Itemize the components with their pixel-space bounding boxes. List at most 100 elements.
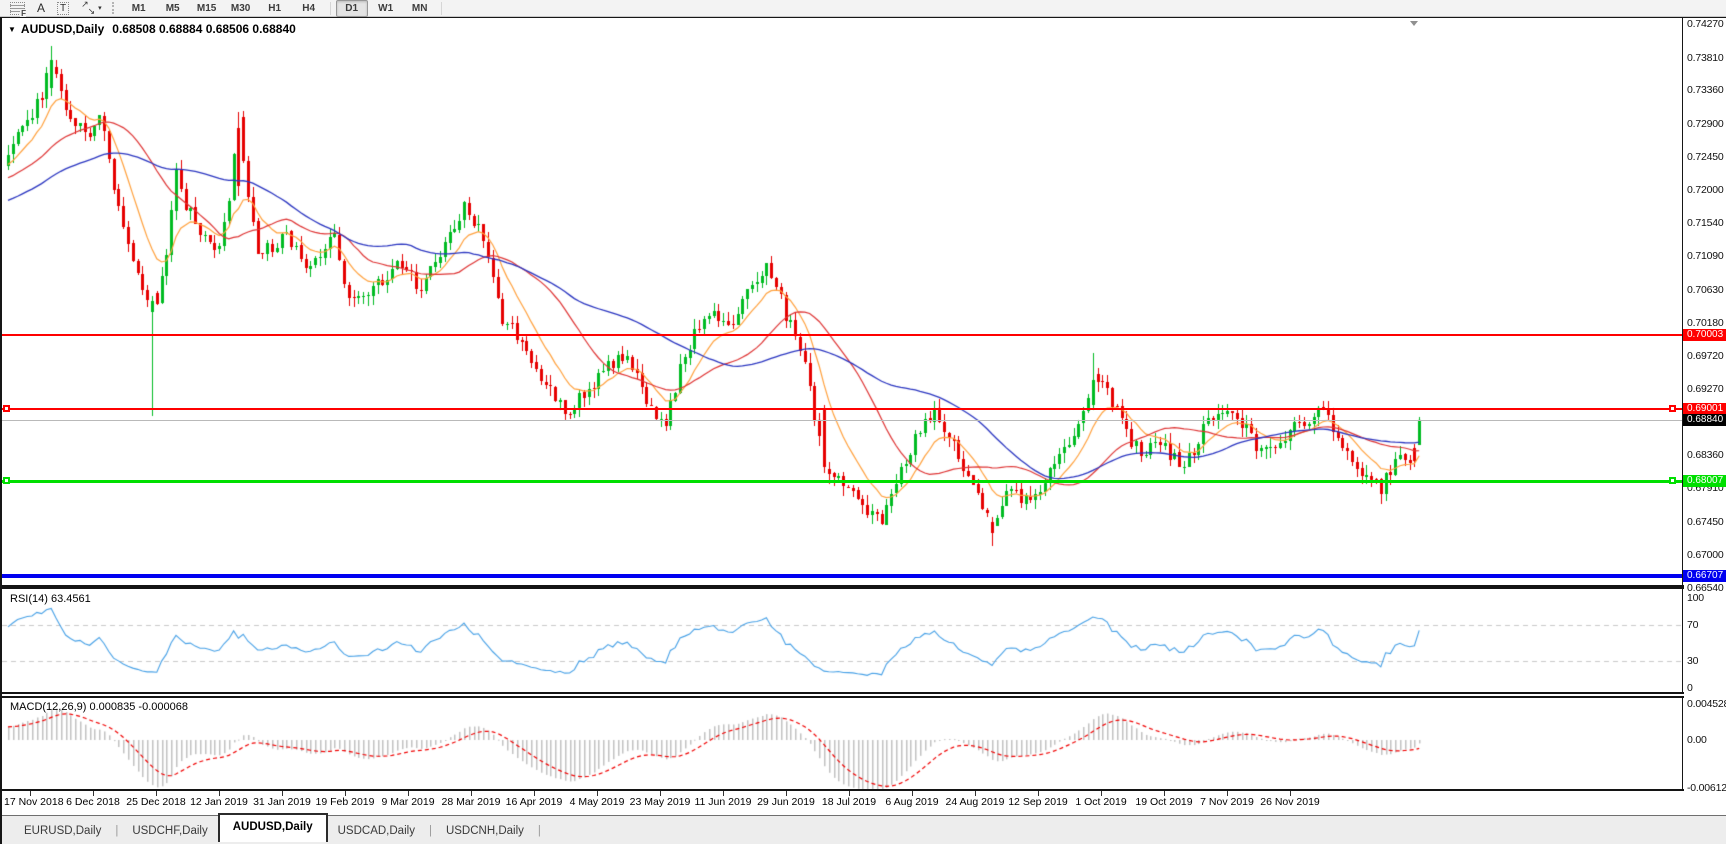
date-axis-label: 17 Nov 2018 xyxy=(4,796,64,808)
fibonacci-tool[interactable]: F xyxy=(10,1,25,16)
hline-handle[interactable] xyxy=(1669,477,1676,484)
hline-handle[interactable] xyxy=(1669,405,1676,412)
date-axis-label: 9 Mar 2019 xyxy=(381,796,434,808)
tab-separator: | xyxy=(429,825,432,837)
timeframe-button-m30[interactable]: M30 xyxy=(225,0,257,17)
date-axis-label: 16 Apr 2019 xyxy=(506,796,563,808)
price-axis-tick: 0.71090 xyxy=(1687,250,1726,262)
macd-dateaxis-separator xyxy=(2,789,1684,791)
date-axis-label: 6 Aug 2019 xyxy=(885,796,938,808)
arrows-tool[interactable]: ↗↘ ▾ xyxy=(81,1,102,16)
chart-window: ▼ AUDUSD,Daily 0.68508 0.68884 0.68506 0.6… xyxy=(0,17,1726,844)
timeframe-button-m1[interactable]: M1 xyxy=(123,0,155,17)
hline-handle[interactable] xyxy=(3,405,10,412)
macd-indicator-canvas[interactable] xyxy=(2,698,1682,790)
tab-separator: | xyxy=(538,825,541,837)
rsi-label: RSI(14) 63.4561 xyxy=(10,593,91,605)
chart-shift-marker[interactable] xyxy=(1410,21,1418,26)
macd-label: MACD(12,26,9) 0.000835 -0.000068 xyxy=(10,701,188,713)
chart-symbol-title: AUDUSD,Daily xyxy=(21,22,104,36)
chart-tab-audusd[interactable]: AUDUSD,Daily xyxy=(218,813,328,842)
rsi-indicator-canvas[interactable] xyxy=(2,589,1682,692)
rsi-axis-tick: 30 xyxy=(1687,655,1726,667)
main-rsi-separator[interactable] xyxy=(2,585,1684,589)
chart-tab-bar: EURUSD,Daily|USDCHF,DailyAUDUSD,DailyUSD… xyxy=(2,815,1726,844)
price-badge-0.70003: 0.70003 xyxy=(1683,329,1726,341)
chart-tab-eurusd[interactable]: EURUSD,Daily xyxy=(14,820,111,842)
price-axis-tick: 0.68360 xyxy=(1687,449,1726,461)
price-axis-tick: 0.70180 xyxy=(1687,317,1726,329)
price-axis-tick: 0.70630 xyxy=(1687,284,1726,296)
price-badge-0.66707: 0.66707 xyxy=(1683,570,1726,582)
date-axis-label: 24 Aug 2019 xyxy=(946,796,1005,808)
hline-handle[interactable] xyxy=(3,477,10,484)
horizontal-line-0.68007[interactable] xyxy=(2,480,1682,483)
date-axis-label: 11 Jun 2019 xyxy=(694,796,751,808)
date-axis-label: 7 Nov 2019 xyxy=(1200,796,1254,808)
price-axis-tick: 0.67000 xyxy=(1687,549,1726,561)
chart-ohlc-values: 0.68508 0.68884 0.68506 0.68840 xyxy=(112,22,296,36)
date-axis-label: 28 Mar 2019 xyxy=(442,796,501,808)
label-tool[interactable]: T xyxy=(57,1,69,16)
rsi-axis-tick: 100 xyxy=(1687,592,1726,604)
chart-tab-usdchf[interactable]: USDCHF,Daily xyxy=(122,820,217,842)
date-axis-label: 4 May 2019 xyxy=(570,796,625,808)
macd-axis-tick: 0.00 xyxy=(1687,734,1726,746)
rsi-axis-tick: 70 xyxy=(1687,619,1726,631)
macd-axis-tick: 0.004528 xyxy=(1687,698,1726,710)
horizontal-line-0.66707[interactable] xyxy=(2,574,1682,578)
price-axis-tick: 0.72450 xyxy=(1687,151,1726,163)
top-toolbar: F A T ↗↘ ▾ M1M5M15M30H1H4 D1W1MN xyxy=(0,0,1726,17)
price-chart-canvas[interactable] xyxy=(2,18,1682,585)
toolbar-separator xyxy=(441,2,442,15)
date-axis-label: 25 Dec 2018 xyxy=(126,796,186,808)
date-axis-label: 12 Sep 2019 xyxy=(1008,796,1068,808)
tab-separator: | xyxy=(115,825,118,837)
label-icon: T xyxy=(57,2,69,15)
arrows-icon: ↗↘ xyxy=(81,1,95,15)
timeframe-button-h1[interactable]: H1 xyxy=(259,0,291,17)
date-axis-label: 19 Oct 2019 xyxy=(1135,796,1192,808)
price-axis-tick: 0.74270 xyxy=(1687,18,1726,30)
price-badge-0.68007: 0.68007 xyxy=(1683,475,1726,487)
price-badge-0.68840: 0.68840 xyxy=(1683,414,1726,426)
date-axis-label: 19 Feb 2019 xyxy=(316,796,375,808)
price-axis-tick: 0.72000 xyxy=(1687,184,1726,196)
toolbar-grip xyxy=(112,2,114,14)
chart-tab-usdcad[interactable]: USDCAD,Daily xyxy=(328,820,425,842)
timeframe-button-m5[interactable]: M5 xyxy=(157,0,189,17)
date-axis-label: 12 Jan 2019 xyxy=(190,796,248,808)
timeframe-button-w1[interactable]: W1 xyxy=(370,0,402,17)
text-icon: A xyxy=(37,1,45,15)
chart-tab-usdcnh[interactable]: USDCNH,Daily xyxy=(436,820,534,842)
timeframe-button-group: M1M5M15M30H1H4 D1W1MN xyxy=(122,0,446,17)
macd-axis-tick: -0.006122 xyxy=(1687,782,1726,794)
mt4-application-window: F A T ↗↘ ▾ M1M5M15M30H1H4 D1W1MN ▼ AUDUSD,… xyxy=(0,0,1726,844)
collapse-icon[interactable]: ▼ xyxy=(8,25,16,34)
toolbar-separator xyxy=(330,2,331,15)
rsi-macd-separator[interactable] xyxy=(2,692,1684,698)
price-axis-tick: 0.71540 xyxy=(1687,217,1726,229)
price-axis-tick: 0.72900 xyxy=(1687,118,1726,130)
fibonacci-icon: F xyxy=(10,2,25,15)
chart-title-line: ▼ AUDUSD,Daily 0.68508 0.68884 0.68506 0.6… xyxy=(8,22,296,36)
horizontal-line-0.70003[interactable] xyxy=(2,334,1682,336)
date-axis-label: 23 May 2019 xyxy=(630,796,691,808)
timeframe-button-m15[interactable]: M15 xyxy=(191,0,223,17)
timeframe-button-d1[interactable]: D1 xyxy=(336,0,368,17)
price-axis-tick: 0.67450 xyxy=(1687,516,1726,528)
text-tool[interactable]: A xyxy=(37,1,45,16)
horizontal-line-0.69001[interactable] xyxy=(2,408,1682,410)
date-axis-label: 29 Jun 2019 xyxy=(757,796,815,808)
price-axis-tick: 0.69720 xyxy=(1687,350,1726,362)
price-axis-tick: 0.69270 xyxy=(1687,383,1726,395)
current-price-line[interactable] xyxy=(2,420,1682,421)
timeframe-button-h4[interactable]: H4 xyxy=(293,0,325,17)
date-axis-label: 31 Jan 2019 xyxy=(253,796,311,808)
price-axis-tick: 0.73360 xyxy=(1687,84,1726,96)
date-axis-label: 26 Nov 2019 xyxy=(1260,796,1320,808)
date-axis-label: 6 Dec 2018 xyxy=(66,796,120,808)
date-axis-label: 1 Oct 2019 xyxy=(1075,796,1126,808)
rsi-axis-tick: 0 xyxy=(1687,682,1726,694)
timeframe-button-mn[interactable]: MN xyxy=(404,0,436,17)
